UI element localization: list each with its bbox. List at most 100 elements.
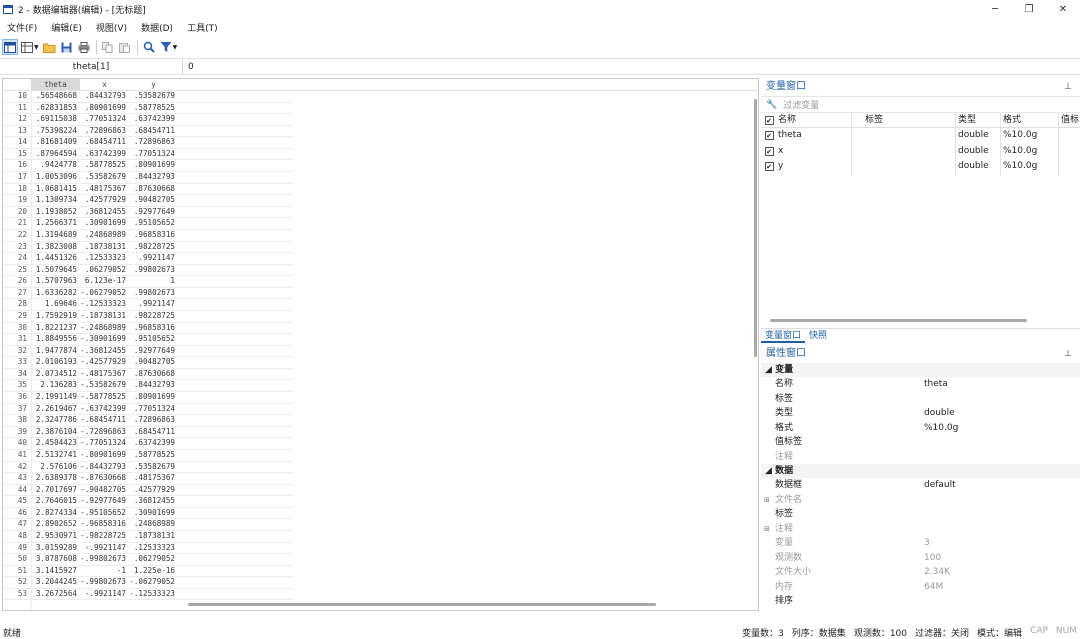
cell-theta[interactable]: 1.3823008: [31, 242, 80, 253]
paste-button[interactable]: [117, 39, 133, 55]
property-value[interactable]: 2.34K: [924, 565, 950, 580]
header-label[interactable]: 标签: [852, 113, 956, 127]
cell-y[interactable]: .90482705: [129, 195, 178, 206]
cell-theta[interactable]: 2.8902652: [31, 519, 80, 530]
cell-x[interactable]: .77051324: [80, 114, 129, 125]
open-button[interactable]: [42, 39, 58, 55]
cell-x[interactable]: .58778525: [80, 160, 129, 171]
column-header-theta[interactable]: theta: [31, 79, 80, 90]
cell-x[interactable]: .80901699: [80, 103, 129, 114]
cell-y[interactable]: .84432793: [129, 380, 178, 391]
cell-x[interactable]: .30901699: [80, 218, 129, 229]
cell-x[interactable]: -.42577929: [80, 357, 129, 368]
cell-x[interactable]: -.99802673: [80, 577, 129, 588]
cell-theta[interactable]: 2.1991149: [31, 392, 80, 403]
table-row[interactable]: 31 1.8849556 -.30901699.95105652: [3, 334, 293, 346]
cell-x[interactable]: -.36812455: [80, 346, 129, 357]
cell-y[interactable]: .72896863: [129, 415, 178, 426]
table-row[interactable]: 36 2.1991149 -.58778525.80901699: [3, 392, 293, 404]
cell-theta[interactable]: 1.0053096: [31, 172, 80, 183]
table-row[interactable]: 10 .56548668.84432793.53582679: [3, 91, 293, 103]
table-row[interactable]: 11 .62831853.80901699.58778525: [3, 103, 293, 115]
horizontal-scrollbar[interactable]: [188, 603, 656, 606]
table-row[interactable]: 20 1.1938052.36812455.92977649: [3, 207, 293, 219]
cell-theta[interactable]: 1.1309734: [31, 195, 80, 206]
cell-theta[interactable]: 2.2619467: [31, 404, 80, 415]
cell-x[interactable]: -.80901699: [80, 450, 129, 461]
cell-y[interactable]: .63742399: [129, 438, 178, 449]
browse-mode-button[interactable]: [19, 39, 35, 55]
cell-x[interactable]: -.18738131: [80, 311, 129, 322]
cell-x[interactable]: -.96858316: [80, 519, 129, 530]
property-row[interactable]: 标签: [761, 507, 1080, 522]
cell-x[interactable]: .36812455: [80, 207, 129, 218]
table-row[interactable]: 35 2.136283 -.53582679.84432793: [3, 380, 293, 393]
menu-data[interactable]: 数据(D): [134, 21, 180, 34]
variable-row-y[interactable]: ✔ y double %10.0g: [761, 159, 1080, 175]
cell-x[interactable]: -.12533323: [80, 299, 129, 310]
table-row[interactable]: 52 3.2044245 -.99802673 -.06279052: [3, 577, 293, 589]
header-format[interactable]: 格式: [1001, 113, 1059, 127]
table-row[interactable]: 12 .69115038.77051324.63742399: [3, 114, 293, 126]
table-row[interactable]: 26 1.5707963 6.123e-17 1: [3, 276, 293, 288]
collapse-icon[interactable]: ◢: [765, 466, 772, 476]
cell-theta[interactable]: 1.7592919: [31, 311, 80, 322]
cell-theta[interactable]: 1.69646: [31, 299, 80, 310]
table-row[interactable]: 22 1.3194689.24868989.96858316: [3, 230, 293, 242]
property-value[interactable]: default: [924, 478, 956, 493]
property-row[interactable]: 名称 theta: [761, 377, 1080, 392]
table-row[interactable]: 28 1.69646 -.12533323.9921147: [3, 299, 293, 311]
filter-button[interactable]: [158, 39, 174, 55]
table-row[interactable]: 14 .81681409.68454711.72896863: [3, 137, 293, 149]
property-row[interactable]: 注释: [761, 450, 1080, 465]
table-row[interactable]: 17 1.0053096.53582679.84432793: [3, 172, 293, 184]
vertical-scroll-thumb[interactable]: [754, 99, 757, 357]
print-button[interactable]: [76, 39, 92, 55]
menu-file[interactable]: 文件(F): [0, 21, 44, 34]
property-value[interactable]: 64M: [924, 580, 943, 595]
property-row[interactable]: 标签: [761, 392, 1080, 407]
cell-theta[interactable]: .69115038: [31, 114, 80, 125]
cell-theta[interactable]: 2.9530971: [31, 531, 80, 542]
cell-x[interactable]: -.53582679: [80, 380, 129, 391]
cell-y[interactable]: .80901699: [129, 160, 178, 171]
cell-theta[interactable]: 1.6336282: [31, 288, 80, 299]
cell-theta[interactable]: 1.1938052: [31, 207, 80, 218]
cell-y[interactable]: .84432793: [129, 172, 178, 183]
cell-theta[interactable]: 3.2044245: [31, 577, 80, 588]
cell-x[interactable]: .53582679: [80, 172, 129, 183]
cell-theta[interactable]: 1.5707963: [31, 276, 80, 287]
cell-theta[interactable]: 1.0681415: [31, 184, 80, 195]
table-row[interactable]: 33 2.0106193 -.42577929.90482705: [3, 357, 293, 369]
cell-y[interactable]: .12533323: [129, 543, 178, 554]
property-value[interactable]: theta: [924, 377, 948, 392]
cell-x[interactable]: -1: [80, 566, 129, 577]
table-row[interactable]: 24 1.4451326.12533323.9921147: [3, 253, 293, 265]
table-row[interactable]: 29 1.7592919 -.18738131.98228725: [3, 311, 293, 323]
cell-theta[interactable]: 2.7017697: [31, 485, 80, 496]
expand-icon[interactable]: ⊞: [764, 493, 770, 508]
cell-theta[interactable]: 1.5079645: [31, 265, 80, 276]
cell-y[interactable]: .9921147: [129, 253, 178, 264]
cell-y[interactable]: .99802673: [129, 265, 178, 276]
cell-theta[interactable]: 2.8274334: [31, 508, 80, 519]
save-button[interactable]: [59, 39, 75, 55]
table-row[interactable]: 50 3.0787608 -.99802673.06279052: [3, 554, 293, 566]
cell-x[interactable]: .24868989: [80, 230, 129, 241]
property-section-variable[interactable]: ◢ 变量: [761, 363, 1080, 377]
property-row[interactable]: 文件大小 2.34K: [761, 565, 1080, 580]
close-button[interactable]: ✕: [1046, 0, 1080, 18]
cell-theta[interactable]: 1.9477874: [31, 346, 80, 357]
cell-theta[interactable]: .81681409: [31, 137, 80, 148]
table-row[interactable]: 53 3.2672564 -.9921147 -.12533323: [3, 589, 293, 601]
cell-x[interactable]: .12533323: [80, 253, 129, 264]
table-row[interactable]: 34 2.0734512 -.48175367.87630668: [3, 369, 293, 381]
cell-theta[interactable]: 1.8849556: [31, 334, 80, 345]
cell-x[interactable]: -.24868989: [80, 323, 129, 334]
cell-y[interactable]: .18738131: [129, 531, 178, 542]
cell-x[interactable]: .72896863: [80, 126, 129, 137]
header-name[interactable]: 名称: [777, 113, 852, 127]
cell-theta[interactable]: .9424778: [31, 160, 80, 171]
cell-y[interactable]: .95105652: [129, 218, 178, 229]
cell-y[interactable]: .92977649: [129, 346, 178, 357]
